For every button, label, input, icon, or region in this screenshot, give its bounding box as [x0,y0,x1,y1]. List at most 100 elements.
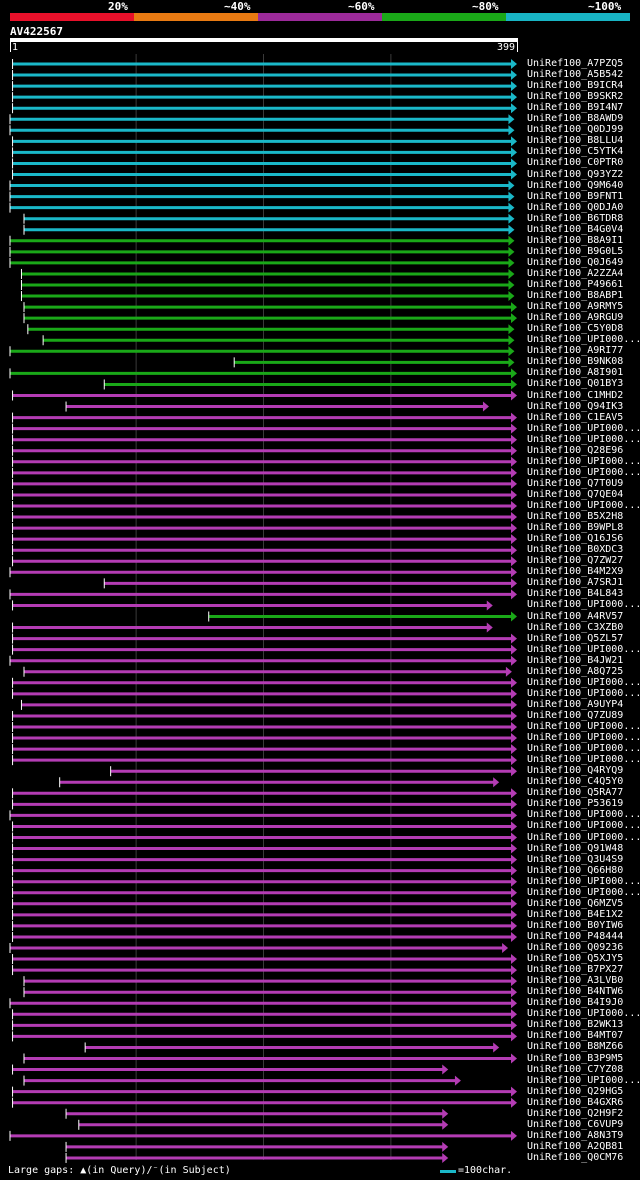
hit-alignment[interactable] [20,699,517,710]
hit-label[interactable]: UniRef100_B8ABP1 [527,290,623,301]
hit-label[interactable]: UniRef100_A9RGU9 [527,312,623,323]
hit-label[interactable]: UniRef100_B3P9M5 [527,1053,623,1064]
hit-alignment[interactable] [12,644,517,655]
hit-label[interactable]: UniRef100_B4NTW6 [527,986,623,997]
hit-alignment[interactable] [12,788,517,799]
hit-label[interactable]: UniRef100_Q3U4S9 [527,854,623,865]
hit-alignment[interactable] [12,965,517,976]
hit-alignment[interactable] [59,777,500,788]
hit-alignment[interactable] [12,545,517,556]
hit-alignment[interactable] [12,92,517,103]
hit-alignment[interactable] [23,987,517,998]
hit-alignment[interactable] [12,887,517,898]
hit-alignment[interactable] [12,876,517,887]
hit-alignment[interactable] [12,556,517,567]
hit-label[interactable]: UniRef100_Q66H80 [527,865,623,876]
hit-label[interactable]: UniRef100_Q7ZW27 [527,555,623,566]
hit-label[interactable]: UniRef100_UPI000... [527,809,640,820]
hit-alignment[interactable] [12,412,517,423]
hit-alignment[interactable] [12,677,517,688]
hit-alignment[interactable] [12,59,517,69]
hit-alignment[interactable] [12,710,517,721]
hit-label[interactable]: UniRef100_A2ZZA4 [527,268,623,279]
hit-alignment[interactable] [12,534,517,545]
hit-label[interactable]: UniRef100_A8I901 [527,367,623,378]
hit-label[interactable]: UniRef100_A2QB81 [527,1141,623,1152]
hit-label[interactable]: UniRef100_B4E1X2 [527,909,623,920]
hit-label[interactable]: UniRef100_UPI000... [527,688,640,699]
hit-alignment[interactable] [23,1075,461,1086]
hit-label[interactable]: UniRef100_B8AWD9 [527,113,623,124]
hit-alignment[interactable] [23,666,512,677]
hit-label[interactable]: UniRef100_UPI000... [527,423,640,434]
hit-alignment[interactable] [12,865,517,876]
hit-alignment[interactable] [9,180,515,191]
hit-alignment[interactable] [42,335,515,346]
hit-alignment[interactable] [12,909,517,920]
hit-label[interactable]: UniRef100_A8Q725 [527,666,623,677]
hit-alignment[interactable] [103,379,517,390]
hit-alignment[interactable] [12,832,517,843]
hit-label[interactable]: UniRef100_A7SRJ1 [527,577,623,588]
hit-label[interactable]: UniRef100_C1MHD2 [527,390,623,401]
hit-alignment[interactable] [23,302,517,313]
hit-label[interactable]: UniRef100_UPI000... [527,743,640,754]
hit-label[interactable]: UniRef100_P53619 [527,798,623,809]
hit-label[interactable]: UniRef100_Q0J649 [527,257,623,268]
hit-label[interactable]: UniRef100_Q7T0U9 [527,478,623,489]
hit-label[interactable]: UniRef100_B4JW21 [527,655,623,666]
hit-label[interactable]: UniRef100_B6TDR8 [527,213,623,224]
hit-label[interactable]: UniRef100_Q5ZL57 [527,633,623,644]
hit-label[interactable]: UniRef100_Q6MZV5 [527,898,623,909]
hit-alignment[interactable] [9,202,515,213]
hit-alignment[interactable] [12,478,517,489]
hit-alignment[interactable] [23,976,517,987]
hit-label[interactable]: UniRef100_Q5XJY5 [527,953,623,964]
hit-label[interactable]: UniRef100_C7YZ08 [527,1064,623,1075]
hit-label[interactable]: UniRef100_C6VUP9 [527,1119,623,1130]
hit-label[interactable]: UniRef100_Q7ZU89 [527,710,623,721]
hit-alignment[interactable] [12,1031,517,1042]
hit-alignment[interactable] [12,755,517,766]
hit-label[interactable]: UniRef100_Q5RA77 [527,787,623,798]
hit-alignment[interactable] [12,390,517,401]
hit-alignment[interactable] [12,158,517,169]
hit-alignment[interactable] [12,843,517,854]
hit-label[interactable]: UniRef100_C5YTK4 [527,146,623,157]
hit-alignment[interactable] [233,357,515,368]
hit-label[interactable]: UniRef100_Q7QE04 [527,489,623,500]
hit-alignment[interactable] [12,136,517,147]
hit-alignment[interactable] [20,268,515,279]
hit-alignment[interactable] [12,799,517,810]
hit-label[interactable]: UniRef100_A9UYP4 [527,699,623,710]
hit-label[interactable]: UniRef100_UPI000... [527,334,640,345]
hit-label[interactable]: UniRef100_UPI000... [527,887,640,898]
hit-alignment[interactable] [12,467,517,478]
hit-alignment[interactable] [12,633,517,644]
hit-label[interactable]: UniRef100_B4GXR6 [527,1097,623,1108]
hit-label[interactable]: UniRef100_Q0DJA0 [527,202,623,213]
hit-alignment[interactable] [12,169,517,180]
hit-alignment[interactable] [12,931,517,942]
hit-label[interactable]: UniRef100_Q94IK3 [527,401,623,412]
hit-alignment[interactable] [12,622,493,633]
hit-label[interactable]: UniRef100_UPI000... [527,644,640,655]
hit-label[interactable]: UniRef100_A9RI77 [527,345,623,356]
hit-label[interactable]: UniRef100_B5X2H8 [527,511,623,522]
hit-alignment[interactable] [12,1086,517,1097]
hit-alignment[interactable] [12,103,517,114]
hit-label[interactable]: UniRef100_UPI000... [527,434,640,445]
hit-alignment[interactable] [20,280,515,290]
hit-label[interactable]: UniRef100_B4G0V4 [527,224,623,235]
hit-alignment[interactable] [12,1020,517,1031]
hit-alignment[interactable] [12,821,517,832]
hit-alignment[interactable] [12,445,517,456]
hit-alignment[interactable] [65,401,489,412]
hit-label[interactable]: UniRef100_Q0DJ99 [527,124,623,135]
hit-label[interactable]: UniRef100_UPI000... [527,820,640,831]
hit-label[interactable]: UniRef100_Q0CM76 [527,1152,623,1163]
hit-label[interactable]: UniRef100_UPI000... [527,500,640,511]
hit-alignment[interactable] [12,744,517,755]
hit-label[interactable]: UniRef100_B4M2X9 [527,566,623,577]
hit-label[interactable]: UniRef100_UPI000... [527,754,640,765]
